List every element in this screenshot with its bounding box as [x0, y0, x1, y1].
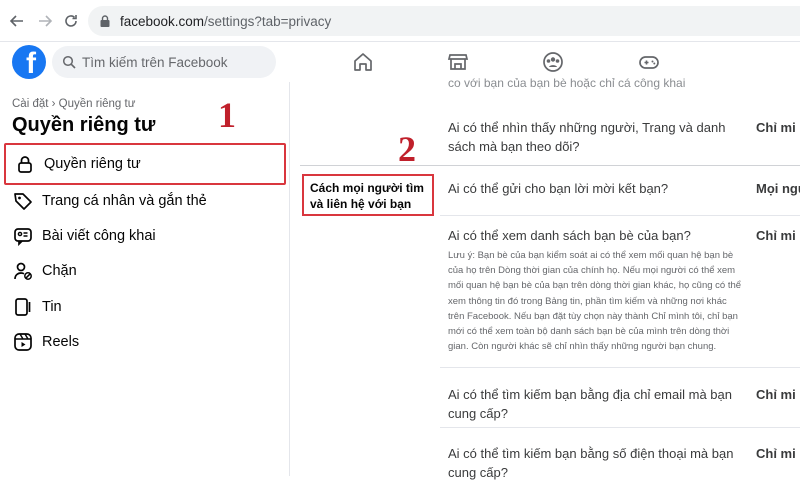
marketplace-icon[interactable]: [445, 50, 471, 74]
annotation-number-2: 2: [398, 129, 416, 169]
setting-row-email-lookup[interactable]: Ai có thể tìm kiếm bạn bằng địa chỉ emai…: [440, 368, 800, 428]
block-user-icon: [12, 260, 34, 282]
url-text: facebook.com/settings?tab=privacy: [120, 14, 331, 29]
sidebar-item-label: Trang cá nhân và gắn thẻ: [42, 193, 207, 209]
groups-icon[interactable]: [540, 50, 566, 74]
annotation-number-1: 1: [218, 95, 236, 135]
sidebar-item-reels[interactable]: Reels: [4, 321, 286, 363]
search-placeholder: Tìm kiếm trên Facebook: [82, 54, 228, 70]
setting-value[interactable]: Chỉ mi: [756, 446, 796, 461]
sidebar-item-privacy[interactable]: Quyền riêng tư: [4, 143, 286, 185]
lock-icon: [14, 153, 36, 175]
setting-row-friend-requests[interactable]: Ai có thể gửi cho bạn lời mời kết bạn? M…: [440, 166, 800, 216]
setting-value[interactable]: Chỉ mi: [756, 228, 796, 243]
address-bar[interactable]: facebook.com/settings?tab=privacy: [88, 6, 800, 36]
facebook-logo[interactable]: f: [12, 45, 46, 79]
section-label-find-contact: Cách mọi người tìm và liên hệ với bạn: [302, 174, 434, 216]
sidebar-item-label: Quyền riêng tư: [44, 156, 141, 172]
setting-row-phone-lookup[interactable]: Ai có thể tìm kiếm bạn bằng số điện thoạ…: [440, 428, 800, 480]
setting-question: Ai có thể xem danh sách bạn bè của bạn?: [448, 228, 691, 243]
url-path: /settings?tab=privacy: [204, 13, 332, 29]
stories-icon: [12, 296, 34, 318]
browser-toolbar: facebook.com/settings?tab=privacy: [0, 0, 800, 42]
logo-letter: f: [26, 47, 36, 79]
url-host: facebook.com: [120, 13, 205, 29]
setting-question: Ai có thể tìm kiếm bạn bằng địa chỉ emai…: [448, 387, 732, 421]
setting-question: Ai có thể nhìn thấy những người, Trang v…: [448, 120, 726, 154]
partial-row-text: co với bạn của bạn bè hoặc chỉ cá công k…: [448, 76, 686, 90]
secure-lock-icon: [100, 15, 110, 27]
reload-icon[interactable]: [60, 10, 82, 32]
home-icon[interactable]: [350, 50, 376, 74]
search-icon: [62, 55, 76, 69]
reels-icon: [12, 331, 34, 353]
forward-arrow-icon[interactable]: [34, 10, 56, 32]
public-post-icon: [12, 225, 34, 247]
setting-row-following-list[interactable]: Ai có thể nhìn thấy những người, Trang v…: [440, 106, 800, 166]
tag-icon: [12, 190, 34, 212]
setting-question: Ai có thể tìm kiếm bạn bằng số điện thoạ…: [448, 446, 734, 480]
setting-value[interactable]: Chỉ mi: [756, 387, 796, 402]
setting-value[interactable]: Mọi ngu: [756, 181, 800, 196]
search-input[interactable]: Tìm kiếm trên Facebook: [52, 46, 276, 78]
page-title: Quyền riêng tư: [12, 114, 156, 136]
breadcrumb[interactable]: Cài đặt › Quyền riêng tư: [12, 98, 135, 110]
section-label-column: [290, 82, 440, 476]
setting-row-friend-list[interactable]: Ai có thể xem danh sách bạn bè của bạn? …: [440, 216, 800, 368]
sidebar-item-label: Bài viết công khai: [42, 228, 156, 244]
sidebar-item-label: Tin: [42, 299, 62, 315]
setting-note: Lưu ý: Bạn bè của bạn kiểm soát ai có th…: [448, 250, 742, 353]
sidebar-item-label: Reels: [42, 334, 80, 350]
sidebar-item-label: Chặn: [42, 263, 77, 279]
gaming-icon[interactable]: [636, 50, 662, 74]
setting-value[interactable]: Chỉ mi: [756, 120, 796, 135]
back-arrow-icon[interactable]: [6, 10, 28, 32]
setting-question: Ai có thể gửi cho bạn lời mời kết bạn?: [448, 181, 669, 196]
